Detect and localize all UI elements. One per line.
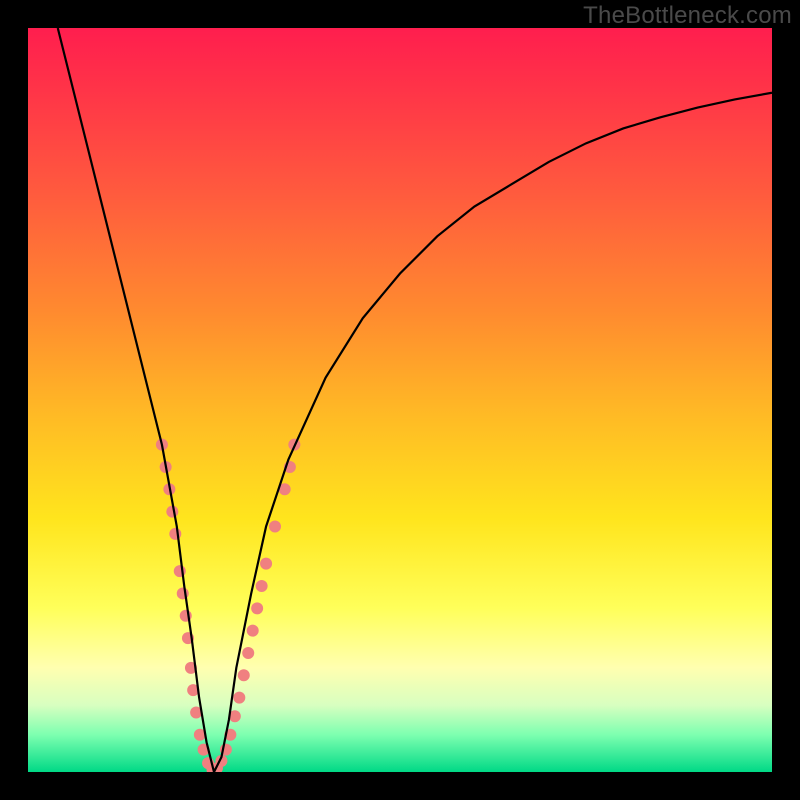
curve-marker (247, 625, 259, 637)
curve-marker (251, 602, 263, 614)
curve-marker (260, 558, 272, 570)
curve-marker (269, 520, 281, 532)
curve-marker (256, 580, 268, 592)
curve-marker (169, 528, 181, 540)
curve-marker (233, 692, 245, 704)
plot-area (28, 28, 772, 772)
curve-marker (238, 669, 250, 681)
curve-layer (28, 28, 772, 772)
watermark-text: TheBottleneck.com (583, 2, 792, 30)
curve-marker (242, 647, 254, 659)
chart-frame: TheBottleneck.com (0, 0, 800, 800)
bottleneck-curve (58, 28, 772, 772)
